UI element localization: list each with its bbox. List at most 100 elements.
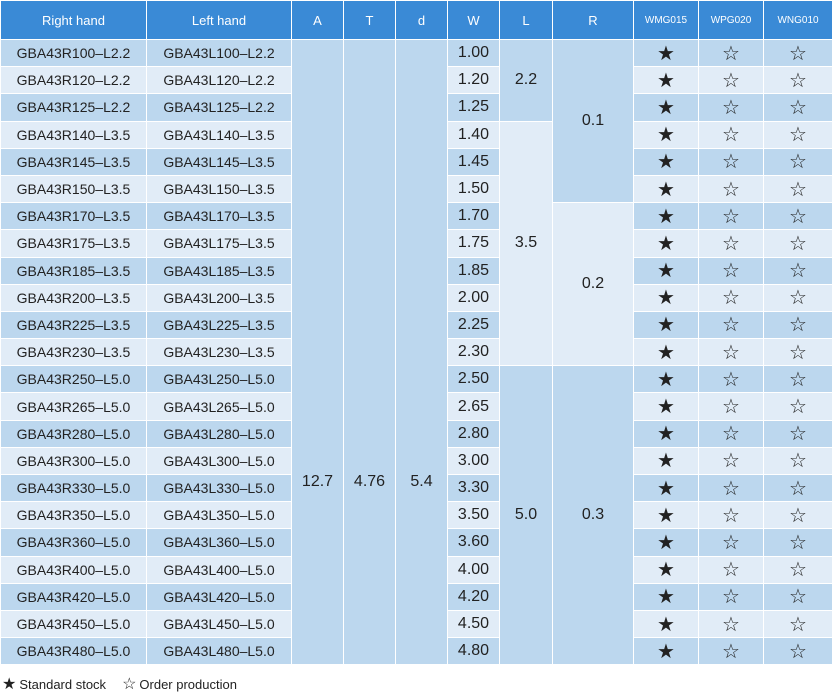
header-t: T — [343, 0, 396, 40]
filled-star-icon: ★ — [2, 676, 17, 693]
right-hand-code: GBA43R330–L5.0 — [0, 473, 147, 503]
dimension-a: 12.7 — [291, 38, 344, 666]
header-grade-wmg015: WMG015 — [633, 0, 699, 40]
right-hand-code: GBA43R100–L2.2 — [0, 38, 147, 68]
grade-wng010-star-icon: ☆ — [763, 120, 832, 149]
grade-wng010-star-icon: ☆ — [763, 229, 832, 258]
left-hand-code: GBA43L100–L2.2 — [146, 38, 292, 68]
left-hand-code: GBA43L185–L3.5 — [146, 256, 292, 285]
grade-wpg020-star-icon: ☆ — [698, 609, 764, 639]
grade-wng010-star-icon: ☆ — [763, 310, 832, 340]
grade-wpg020-star-icon: ☆ — [698, 147, 764, 176]
grade-wng010-star-icon: ☆ — [763, 93, 832, 122]
grade-wmg015-star-icon: ★ — [633, 392, 699, 421]
left-hand-code: GBA43L230–L3.5 — [146, 338, 292, 367]
right-hand-code: GBA43R140–L3.5 — [0, 120, 147, 149]
width-value: 1.75 — [447, 229, 500, 258]
grade-wmg015-star-icon: ★ — [633, 446, 699, 476]
width-value: 4.00 — [447, 555, 500, 584]
length-value: 3.5 — [499, 120, 553, 367]
left-hand-code: GBA43L225–L3.5 — [146, 310, 292, 340]
width-value: 1.40 — [447, 120, 500, 149]
grade-wpg020-star-icon: ☆ — [698, 283, 764, 312]
grade-wmg015-star-icon: ★ — [633, 528, 699, 557]
width-value: 4.20 — [447, 582, 500, 611]
width-value: 2.50 — [447, 365, 500, 394]
right-hand-code: GBA43R450–L5.0 — [0, 609, 147, 639]
right-hand-code: GBA43R400–L5.0 — [0, 555, 147, 584]
grade-wpg020-star-icon: ☆ — [698, 93, 764, 122]
grade-wpg020-star-icon: ☆ — [698, 473, 764, 503]
grade-wmg015-star-icon: ★ — [633, 229, 699, 258]
left-hand-code: GBA43L420–L5.0 — [146, 582, 292, 611]
grade-wmg015-star-icon: ★ — [633, 283, 699, 312]
header-grade-wng010: WNG010 — [763, 0, 832, 40]
grade-wpg020-star-icon: ☆ — [698, 174, 764, 204]
grade-wng010-star-icon: ☆ — [763, 365, 832, 394]
width-value: 3.60 — [447, 528, 500, 557]
grade-wpg020-star-icon: ☆ — [698, 38, 764, 68]
grade-wng010-star-icon: ☆ — [763, 582, 832, 611]
grade-wpg020-star-icon: ☆ — [698, 365, 764, 394]
left-hand-code: GBA43L360–L5.0 — [146, 528, 292, 557]
insert-spec-table: Right hand Left hand A T d W L R WMG015 … — [0, 0, 832, 666]
grade-wpg020-star-icon: ☆ — [698, 66, 764, 95]
width-value: 4.80 — [447, 637, 500, 666]
right-hand-code: GBA43R300–L5.0 — [0, 446, 147, 476]
width-value: 3.50 — [447, 501, 500, 530]
width-value: 3.30 — [447, 473, 500, 503]
grade-wmg015-star-icon: ★ — [633, 338, 699, 367]
left-hand-code: GBA43L450–L5.0 — [146, 609, 292, 639]
grade-wmg015-star-icon: ★ — [633, 365, 699, 394]
left-hand-code: GBA43L300–L5.0 — [146, 446, 292, 476]
right-hand-code: GBA43R150–L3.5 — [0, 174, 147, 204]
width-value: 2.65 — [447, 392, 500, 421]
grade-wmg015-star-icon: ★ — [633, 147, 699, 176]
length-value: 2.2 — [499, 39, 553, 122]
grade-wpg020-star-icon: ☆ — [698, 446, 764, 476]
width-value: 2.80 — [447, 419, 500, 448]
grade-wmg015-star-icon: ★ — [633, 419, 699, 448]
right-hand-code: GBA43R170–L3.5 — [0, 202, 147, 231]
dimension-d: 5.4 — [395, 38, 448, 666]
legend: ★ Standard stock ☆ Order production — [2, 674, 237, 694]
right-hand-code: GBA43R145–L3.5 — [0, 147, 147, 176]
right-hand-code: GBA43R420–L5.0 — [0, 582, 147, 611]
grade-wpg020-star-icon: ☆ — [698, 256, 764, 285]
width-value: 2.25 — [447, 310, 500, 340]
grade-wpg020-star-icon: ☆ — [698, 120, 764, 149]
radius-value: 0.2 — [552, 202, 634, 367]
left-hand-code: GBA43L400–L5.0 — [146, 555, 292, 584]
header-a: A — [291, 0, 344, 40]
grade-wng010-star-icon: ☆ — [763, 609, 832, 639]
left-hand-code: GBA43L150–L3.5 — [146, 174, 292, 204]
header-d: d — [395, 0, 448, 40]
width-value: 1.25 — [447, 93, 500, 122]
right-hand-code: GBA43R225–L3.5 — [0, 310, 147, 340]
grade-wmg015-star-icon: ★ — [633, 66, 699, 95]
width-value: 2.30 — [447, 338, 500, 367]
grade-wmg015-star-icon: ★ — [633, 473, 699, 503]
grade-wng010-star-icon: ☆ — [763, 419, 832, 448]
header-r: R — [552, 0, 634, 40]
grade-wng010-star-icon: ☆ — [763, 38, 832, 68]
grade-wng010-star-icon: ☆ — [763, 528, 832, 557]
left-hand-code: GBA43L120–L2.2 — [146, 66, 292, 95]
grade-wpg020-star-icon: ☆ — [698, 637, 764, 666]
width-value: 1.70 — [447, 202, 500, 231]
right-hand-code: GBA43R175–L3.5 — [0, 229, 147, 258]
radius-value: 0.1 — [552, 38, 634, 204]
radius-value: 0.3 — [552, 365, 634, 666]
left-hand-code: GBA43L125–L2.2 — [146, 93, 292, 122]
left-hand-code: GBA43L170–L3.5 — [146, 202, 292, 231]
grade-wpg020-star-icon: ☆ — [698, 310, 764, 340]
grade-wng010-star-icon: ☆ — [763, 555, 832, 584]
grade-wng010-star-icon: ☆ — [763, 202, 832, 231]
right-hand-code: GBA43R230–L3.5 — [0, 338, 147, 367]
grade-wmg015-star-icon: ★ — [633, 501, 699, 530]
legend-standard-stock: Standard stock — [19, 676, 107, 692]
header-grade-wpg020: WPG020 — [698, 0, 764, 40]
grade-wng010-star-icon: ☆ — [763, 473, 832, 503]
header-right-hand: Right hand — [0, 0, 147, 40]
table-body: GBA43R100–L2.2 GBA43L100–L2.2 12.7 4.76 5.4 1… — [0, 38, 832, 666]
